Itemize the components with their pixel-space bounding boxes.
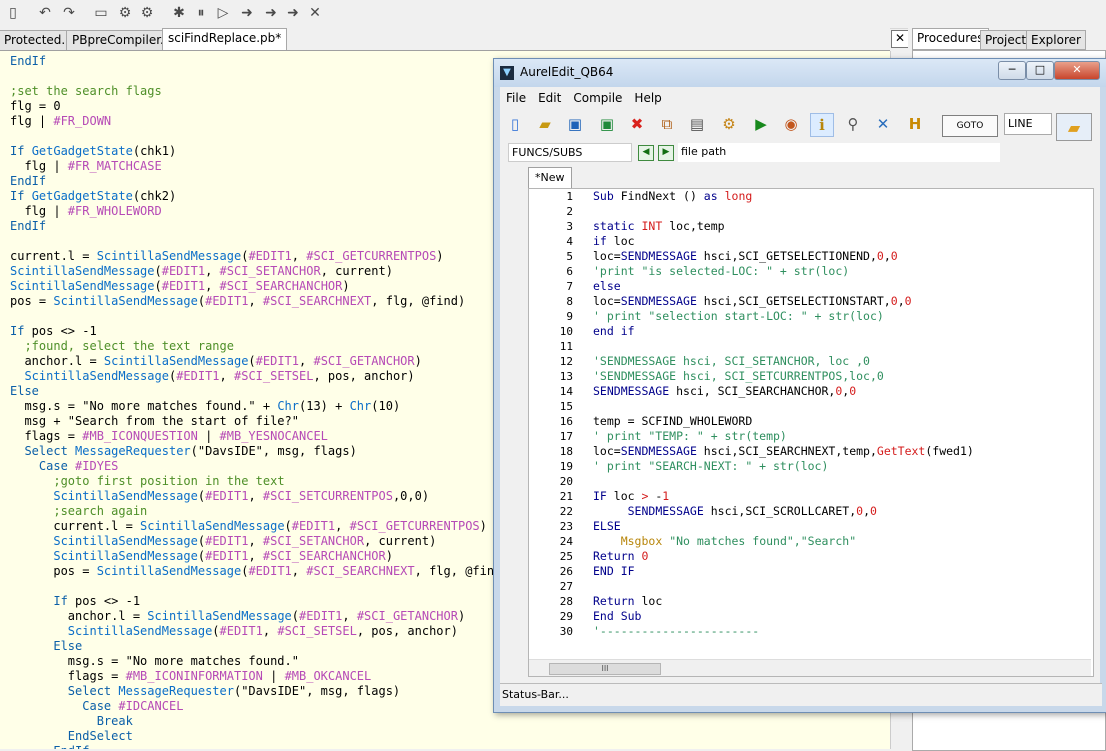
window-icon[interactable]: ▭: [92, 4, 110, 22]
folder-settings-icon[interactable]: ▰: [1056, 113, 1092, 141]
tools-icon[interactable]: ✕: [872, 113, 894, 135]
step-over-icon[interactable]: ➜: [262, 4, 280, 22]
tab-project[interactable]: Project: [980, 30, 1032, 50]
help-icon[interactable]: H: [904, 113, 926, 135]
tab-procedures[interactable]: Procedures: [912, 28, 989, 50]
globe-icon[interactable]: ◉: [780, 113, 802, 135]
window-titlebar[interactable]: ▼ AurelEdit_QB64 ─ □ ✕: [494, 59, 1106, 87]
undo-icon[interactable]: ↶: [36, 4, 54, 22]
step-icon[interactable]: ➜: [238, 4, 256, 22]
qb64-code: Sub FindNext () as long static INT loc,t…: [593, 189, 974, 638]
gear-icon[interactable]: ⚙: [138, 4, 156, 22]
window-code-editor[interactable]: 1 2 3 4 5 6 7 8 9 10 11 12 13 14 15 16 17 18 19 20 21 22 23 2…: [528, 188, 1094, 677]
run-icon[interactable]: ▶: [750, 113, 772, 135]
close-button[interactable]: ✕: [1054, 61, 1100, 80]
goto-button[interactable]: GOTO: [942, 115, 998, 137]
minimize-button[interactable]: ─: [998, 61, 1026, 80]
search-icon[interactable]: ⚲: [842, 113, 864, 135]
tab-explorer[interactable]: Explorer: [1026, 30, 1086, 50]
aureledit-window: ▼ AurelEdit_QB64 ─ □ ✕ File Edit Compile He…: [493, 58, 1106, 713]
close-tab-button[interactable]: ✕: [891, 30, 909, 48]
menu-compile[interactable]: Compile: [567, 89, 628, 107]
window-title: AurelEdit_QB64: [520, 65, 614, 79]
new-file-icon[interactable]: ▯: [504, 113, 526, 135]
step-out-icon[interactable]: ➜: [284, 4, 302, 22]
funcs-subs-dropdown[interactable]: FUNCS/SUBS: [508, 143, 632, 162]
close-file-icon[interactable]: ✖: [626, 113, 648, 135]
gear-icon[interactable]: ⚙: [116, 4, 134, 22]
menu-help[interactable]: Help: [628, 89, 667, 107]
horizontal-scrollbar[interactable]: III: [529, 659, 1091, 676]
maximize-button[interactable]: □: [1026, 61, 1054, 80]
settings-gear-icon[interactable]: ⚙: [718, 113, 740, 135]
tab-new-document[interactable]: *New: [528, 167, 572, 188]
status-bar: Status-Bar...: [500, 683, 1102, 706]
menu-edit[interactable]: Edit: [532, 89, 567, 107]
main-toolbar: ▯ ↶ ↷ ▭ ⚙ ⚙ ✱ ⏸ ▷ ➜ ➜ ➜ ✕: [0, 0, 1106, 29]
copy-icon[interactable]: ⧉: [656, 113, 678, 135]
app-icon: ▼: [500, 66, 514, 80]
debug-bug-icon[interactable]: ✱: [170, 4, 188, 22]
menu-bar: File Edit Compile Help: [500, 89, 668, 109]
pause-icon[interactable]: ⏸: [192, 4, 210, 22]
menu-file[interactable]: File: [500, 89, 532, 107]
save-all-icon[interactable]: ▣: [596, 113, 618, 135]
line-numbers: 1 2 3 4 5 6 7 8 9 10 11 12 13 14 15 16 17 18 19 20 21 22 23 2…: [529, 189, 591, 659]
next-arrow-icon[interactable]: ▶: [658, 145, 674, 161]
redo-icon[interactable]: ↷: [60, 4, 78, 22]
prev-arrow-icon[interactable]: ◀: [638, 145, 654, 161]
save-icon[interactable]: ▣: [564, 113, 586, 135]
window-body: File Edit Compile Help ▯ ▰ ▣ ▣ ✖ ⧉ ▤ ⚙ ▶ ◉ …: [500, 87, 1102, 706]
file-path-field[interactable]: file path: [678, 143, 1000, 162]
line-input[interactable]: LINE: [1004, 113, 1052, 135]
stop-icon[interactable]: ✕: [306, 4, 324, 22]
compare-icon[interactable]: ▤: [686, 113, 708, 135]
document-icon[interactable]: ▯: [4, 4, 22, 22]
file-tabs: Protected.pb PBpreCompiler.pb sciFindRep…: [0, 28, 890, 51]
scroll-thumb[interactable]: III: [549, 663, 661, 675]
tab-scifindreplace[interactable]: sciFindReplace.pb*: [162, 28, 288, 50]
open-folder-icon[interactable]: ▰: [534, 113, 556, 135]
info-icon[interactable]: ℹ: [810, 113, 834, 137]
play-icon[interactable]: ▷: [214, 4, 232, 22]
